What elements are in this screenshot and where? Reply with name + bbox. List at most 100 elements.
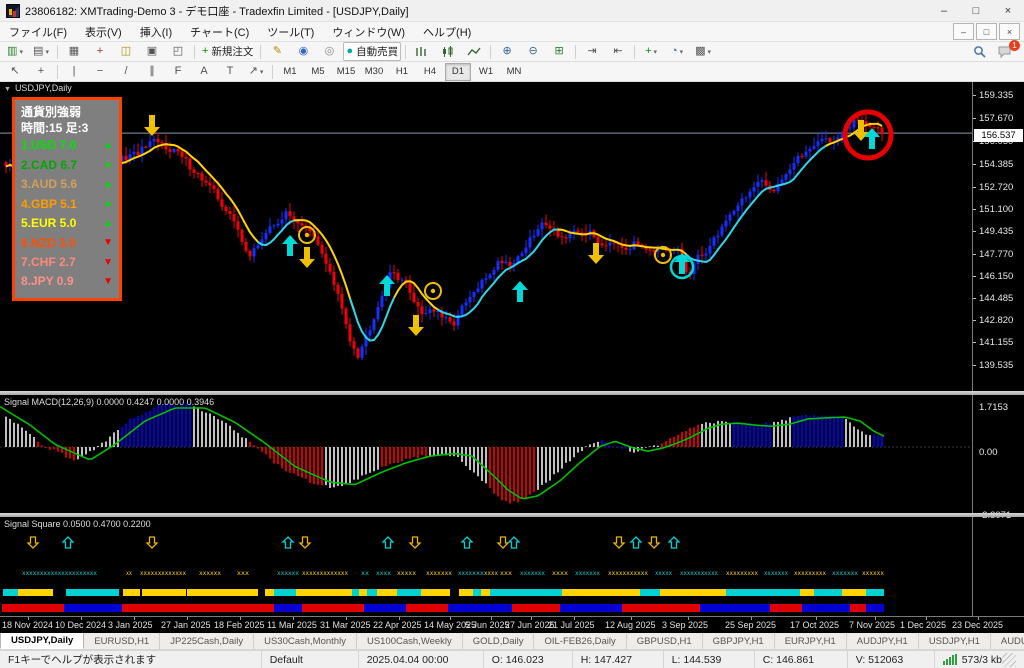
menu-item-help[interactable]: ヘルプ(H) [414, 22, 480, 42]
chevron-down-icon[interactable]: ▼ [4, 86, 11, 93]
chart-tab-audjpy-h1[interactable]: AUDJPY,H1 [847, 633, 919, 649]
line-view-button[interactable] [462, 42, 486, 61]
minimize-button[interactable]: – [928, 0, 960, 21]
chart-tab-eurjpy-h1[interactable]: EURJPY,H1 [775, 633, 847, 649]
panel-splitter[interactable] [0, 513, 1024, 517]
menu-item-chart[interactable]: チャート(C) [181, 22, 258, 42]
fibonacci-button[interactable]: F [166, 62, 190, 81]
vertical-line-button[interactable]: | [62, 62, 86, 81]
trendline-button[interactable]: / [114, 62, 138, 81]
price-axis-label: 144.485 [979, 293, 1014, 304]
text-label-button[interactable]: T [218, 62, 242, 81]
time-axis[interactable]: 18 Nov 2024 10 Dec 2024 3 Jan 2025 27 Jan 2… [0, 616, 1024, 633]
signal-bar-segment [397, 589, 421, 596]
signal-square-canvas[interactable]: Signal Square 0.0500 0.4700 0.2200xxxxxx… [0, 517, 972, 616]
time-axis-label: 21 Jul 2025 [548, 620, 595, 630]
menu-item-window[interactable]: ウィンドウ(W) [323, 22, 414, 42]
maximize-button[interactable]: □ [960, 0, 992, 21]
timeframe-mn[interactable]: MN [501, 63, 527, 81]
search-button[interactable] [967, 42, 991, 61]
square-down-arrow [496, 536, 510, 549]
zoom-in-button[interactable]: ⊕ [495, 42, 519, 61]
chart-tab-eurusd-h1[interactable]: EURUSD,H1 [84, 633, 161, 649]
community-button[interactable]: ◉ [291, 42, 315, 61]
menu-item-tools[interactable]: ツール(T) [258, 22, 323, 42]
equidistant-channel-button[interactable]: ∥ [140, 62, 164, 81]
chart-shift-button[interactable]: ⇤ [606, 42, 630, 61]
chart-tab-oil-feb26-daily[interactable]: OIL-FEB26,Daily [534, 633, 627, 649]
timeframe-h1[interactable]: H1 [389, 63, 415, 81]
axis-tick [973, 276, 976, 277]
chart-tab-gbpusd-h1[interactable]: GBPUSD,H1 [627, 633, 703, 649]
signal-trend-segment [448, 604, 512, 612]
profiles-button[interactable]: ▤ ▾ [29, 42, 53, 61]
new-order-button[interactable]: + 新規注文 [199, 42, 256, 61]
periods-button[interactable]: ◔ ▾ [665, 42, 689, 61]
bars-view-button[interactable] [410, 42, 434, 61]
main-chart-canvas[interactable] [0, 95, 972, 391]
chart-tab-usdjpy-daily[interactable]: USDJPY,Daily [0, 631, 85, 649]
price-axis-label: 159.335 [979, 90, 1014, 101]
chart-tab-jp225cash-daily[interactable]: JP225Cash,Daily [160, 633, 255, 649]
data-window-button[interactable]: + [88, 42, 112, 61]
strength-row-label: 4.GBP 5.1 [21, 196, 77, 211]
timeframe-h4[interactable]: H4 [417, 63, 443, 81]
terminal-button[interactable]: ▣ [140, 42, 164, 61]
chevron-down-icon: ▾ [653, 48, 658, 56]
menu-item-view[interactable]: 表示(V) [76, 22, 131, 42]
child-minimize-button[interactable]: – [953, 23, 974, 40]
resize-grip[interactable] [1002, 652, 1016, 667]
strategy-tester-button[interactable]: ◰ [166, 42, 190, 61]
chart-tab-audusd-h1[interactable]: AUDUSD,H1 [991, 633, 1024, 649]
metaeditor-button[interactable]: ✎ [265, 42, 289, 61]
zoom-out-button[interactable]: ⊖ [521, 42, 545, 61]
child-restore-button[interactable]: □ [976, 23, 997, 40]
timeframe-d1[interactable]: D1 [445, 62, 471, 81]
metaeditor-icon: ✎ [272, 45, 283, 57]
timeframe-m5[interactable]: M5 [305, 63, 331, 81]
crosshair-button[interactable]: + [29, 62, 53, 81]
square-down-arrow [408, 536, 422, 549]
menu-item-file[interactable]: ファイル(F) [0, 22, 76, 42]
time-axis-label: 10 Dec 2024 [55, 620, 107, 630]
navigator-button[interactable]: ◫ [114, 42, 138, 61]
chart-tab-us100cash-weekly[interactable]: US100Cash,Weekly [357, 633, 463, 649]
templates-button[interactable]: ▩ ▾ [691, 42, 715, 61]
arrows-button[interactable]: ↗ ▾ [244, 62, 268, 81]
tile-windows-button[interactable]: ⊞ [547, 42, 571, 61]
price-axis[interactable]: 159.335157.670156.050154.385152.720151.1… [972, 82, 1024, 616]
chart-window[interactable]: ▼ USDJPY,Daily 通貨別強弱 時間:15 足:3 1.USD 7.0 ▲… [0, 82, 1024, 616]
horizontal-line-button[interactable]: − [88, 62, 112, 81]
signal-bar-segment [490, 589, 512, 596]
status-profile[interactable]: Default [262, 651, 359, 668]
time-axis-label: 27 Jan 2025 [161, 620, 211, 630]
chart-tab-gold-daily[interactable]: GOLD,Daily [463, 633, 535, 649]
arrows-icon: ↗ [248, 65, 258, 77]
auto-trading-button[interactable]: ● 自動売買 [343, 42, 402, 61]
timeframe-m15[interactable]: M15 [333, 63, 359, 81]
menu-item-insert[interactable]: 挿入(I) [131, 22, 181, 42]
panel-splitter[interactable] [0, 391, 1024, 395]
auto-scroll-button[interactable]: ⇥ [580, 42, 604, 61]
candles-view-button[interactable] [436, 42, 460, 61]
indicators-button[interactable]: + ▾ [639, 42, 663, 61]
notifications-button[interactable]: 1 [993, 40, 1020, 61]
chart-tab-usdjpy-h1[interactable]: USDJPY,H1 [919, 633, 991, 649]
signal-bar-segment [367, 589, 377, 596]
web-terminal-button[interactable]: ◎ [317, 42, 341, 61]
timeframe-m30[interactable]: M30 [361, 63, 387, 81]
cursor-button[interactable]: ↖ [3, 62, 27, 81]
close-button[interactable]: × [992, 0, 1024, 21]
child-close-button[interactable]: × [999, 23, 1020, 40]
bars-view-icon [416, 46, 426, 56]
new-chart-button[interactable]: ▥ ▾ [3, 42, 27, 61]
strength-row-label: 8.JPY 0.9 [21, 274, 74, 289]
timeframe-m1[interactable]: M1 [277, 63, 303, 81]
macd-panel-canvas[interactable]: Signal MACD(12,26,9) 0.0000 0.4247 0.000… [0, 395, 972, 513]
timeframe-w1[interactable]: W1 [473, 63, 499, 81]
text-button[interactable]: A [192, 62, 216, 81]
chart-tab-gbpjpy-h1[interactable]: GBPJPY,H1 [703, 633, 775, 649]
chart-tab-us30cash-monthly[interactable]: US30Cash,Monthly [254, 633, 357, 649]
chart-title-label[interactable]: ▼ USDJPY,Daily [4, 83, 72, 93]
market-watch-button[interactable]: ▦ [62, 42, 86, 61]
